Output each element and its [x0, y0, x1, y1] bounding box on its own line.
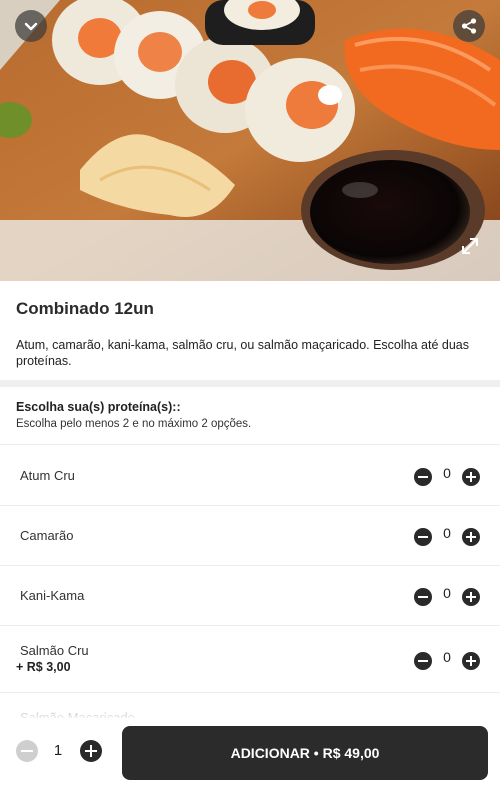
option-name: Camarão	[20, 528, 74, 543]
option-quantity: 0	[443, 649, 451, 665]
option-row-salmao-cru: Salmão Cru + R$ 3,00 0	[0, 626, 500, 693]
add-to-cart-bar: 1 ADICIONAR • R$ 49,00	[0, 718, 500, 786]
increase-button[interactable]	[462, 652, 480, 670]
increase-button[interactable]	[462, 528, 480, 546]
option-name: Atum Cru	[20, 468, 75, 483]
quantity-stepper: 0	[414, 649, 482, 670]
product-image	[0, 0, 500, 281]
option-quantity: 0	[443, 465, 451, 481]
decrease-button[interactable]	[414, 468, 432, 486]
quantity-stepper: 0	[414, 585, 482, 606]
option-price: + R$ 3,00	[16, 660, 71, 674]
increase-button[interactable]	[462, 588, 480, 606]
product-title: Combinado 12un	[16, 299, 154, 318]
section-divider	[0, 380, 500, 387]
cart-increase-button[interactable]	[80, 740, 102, 762]
option-row-kani-kama: Kani-Kama 0	[0, 566, 500, 626]
quantity-stepper: 0	[414, 465, 482, 486]
option-row-atum-cru: Atum Cru 0	[0, 446, 500, 506]
option-name: Salmão Cru	[20, 643, 89, 658]
decrease-button[interactable]	[414, 588, 432, 606]
chevron-down-icon	[24, 22, 38, 31]
option-quantity: 0	[443, 585, 451, 601]
option-row-camarao: Camarão 0	[0, 506, 500, 566]
cart-quantity: 1	[53, 742, 63, 759]
share-button[interactable]	[453, 10, 485, 42]
option-name: Kani-Kama	[20, 588, 85, 603]
decrease-button[interactable]	[414, 528, 432, 546]
option-group-rules: Escolha pelo menos 2 e no máximo 2 opçõe…	[16, 418, 252, 430]
increase-button[interactable]	[462, 468, 480, 486]
option-quantity: 0	[443, 525, 451, 541]
quantity-stepper: 0	[414, 525, 482, 546]
cart-decrease-button[interactable]	[16, 740, 38, 762]
expand-icon	[462, 238, 478, 254]
product-description: Atum, camarão, kani-kama, salmão cru, ou…	[16, 338, 469, 368]
option-group-header: Escolha sua(s) proteína(s):: Escolha pel…	[0, 387, 500, 445]
collapse-button[interactable]	[15, 10, 47, 42]
product-info: Combinado 12un Atum, camarão, kani-kama,…	[0, 281, 500, 380]
expand-image-button[interactable]	[454, 230, 486, 262]
decrease-button[interactable]	[414, 652, 432, 670]
share-icon	[461, 18, 477, 34]
add-to-cart-button[interactable]: ADICIONAR • R$ 49,00	[122, 726, 488, 780]
sushi-photo	[0, 0, 500, 281]
option-group-title: Escolha sua(s) proteína(s)::	[16, 400, 181, 414]
